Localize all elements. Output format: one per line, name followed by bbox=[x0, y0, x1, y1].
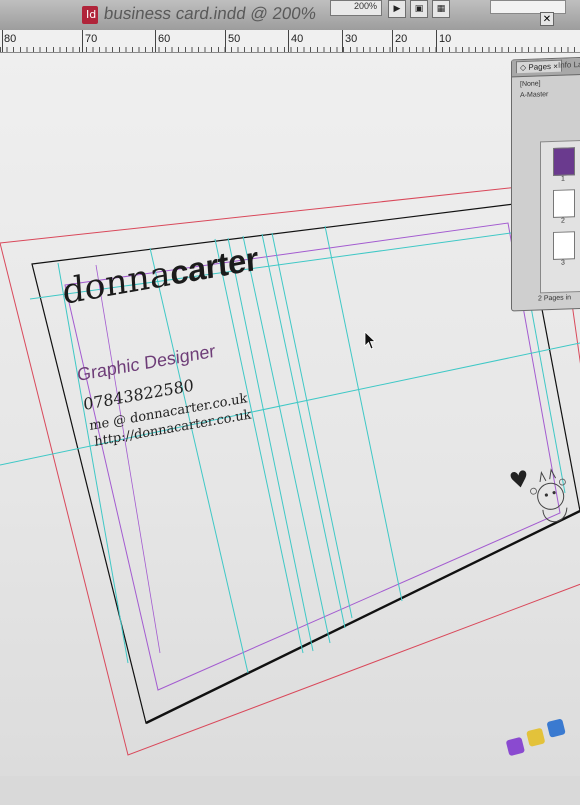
guide-vertical bbox=[57, 262, 129, 664]
mouse-pointer-icon bbox=[364, 331, 377, 350]
zoom-level-field[interactable]: 200% bbox=[330, 0, 382, 16]
tab-info[interactable]: Info Lay bbox=[558, 60, 580, 70]
page-thumb-1[interactable] bbox=[553, 147, 575, 176]
guide-vertical bbox=[242, 235, 331, 644]
ruler-label: 20 bbox=[395, 33, 408, 45]
ruler-major-tick bbox=[2, 30, 3, 52]
ruler-label: 70 bbox=[85, 33, 98, 45]
play-button[interactable]: ▶ bbox=[388, 0, 406, 18]
ruler-major-tick bbox=[155, 30, 156, 52]
guide-vertical bbox=[227, 237, 314, 652]
dock-app-icon[interactable] bbox=[526, 727, 546, 747]
ruler-major-tick bbox=[82, 30, 83, 52]
cartoon-illustration bbox=[510, 468, 568, 523]
view-mode-button[interactable]: ▣ bbox=[410, 0, 428, 18]
trim-bottom-edge bbox=[145, 509, 580, 725]
ruler-major-tick bbox=[392, 30, 393, 52]
ruler-label: 30 bbox=[345, 33, 358, 45]
page-guides bbox=[0, 182, 580, 756]
pages-count: 2 Pages in bbox=[538, 294, 572, 303]
ruler-label: 10 bbox=[439, 33, 452, 45]
ruler-major-tick bbox=[288, 30, 289, 52]
dock-app-icon[interactable] bbox=[505, 736, 526, 757]
ruler-label: 60 bbox=[158, 33, 171, 45]
guide-vertical bbox=[214, 238, 304, 654]
tab-pages[interactable]: ◇ Pages × bbox=[516, 59, 562, 74]
page-thumb-2[interactable] bbox=[553, 189, 575, 218]
page-number: 2 bbox=[561, 217, 565, 225]
title-bar: Id business card.indd @ 200% 200% ▶ ▣ ▦ … bbox=[0, 0, 580, 31]
panel-tab-bar: ◇ Pages × Info Lay bbox=[512, 57, 580, 78]
ruler-label: 80 bbox=[4, 33, 17, 45]
dock-app-icon[interactable] bbox=[546, 718, 566, 738]
ruler-label: 40 bbox=[291, 33, 304, 45]
guide-vertical bbox=[261, 233, 346, 629]
close-window-button[interactable]: ✕ bbox=[540, 12, 554, 26]
horizontal-ruler[interactable]: 80 70 60 50 40 30 20 10 bbox=[0, 30, 580, 53]
page-thumb-3[interactable] bbox=[553, 231, 575, 260]
ruler-label: 50 bbox=[228, 33, 241, 45]
document-canvas[interactable]: donnacarter Graphic Designer 07843822580… bbox=[0, 53, 580, 776]
search-field[interactable] bbox=[490, 0, 566, 14]
ruler-major-tick bbox=[342, 30, 343, 52]
indesign-doc-icon: Id bbox=[82, 6, 98, 24]
ruler-major-tick bbox=[436, 30, 437, 52]
page-number: 1 bbox=[561, 175, 565, 183]
guide-vertical bbox=[149, 247, 249, 674]
screen-mode-button[interactable]: ▦ bbox=[432, 0, 450, 18]
ruler-major-tick bbox=[225, 30, 226, 52]
page-number: 3 bbox=[561, 259, 565, 267]
document-title: business card.indd @ 200% bbox=[102, 4, 318, 23]
margin-column-guide bbox=[95, 264, 161, 654]
pages-panel[interactable]: ◇ Pages × Info Lay [None] A-Master 1 2 3… bbox=[511, 56, 580, 312]
page-thumbnails: 1 2 3 bbox=[540, 139, 580, 294]
